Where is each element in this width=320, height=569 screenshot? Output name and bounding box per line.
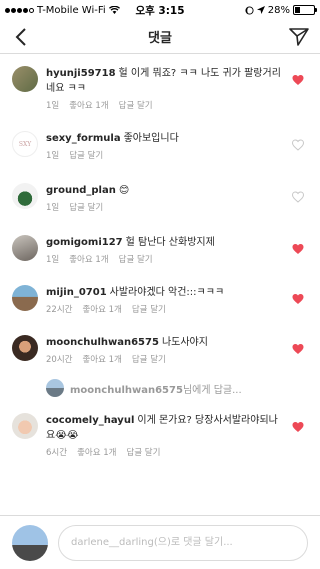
comment-list: hyunji59718 헐 이게 뭐죠? ㅋㅋ 나도 귀가 팔랑거리네요 ㅋㅋ 1…: [0, 54, 320, 515]
comment-item: mijin_0701 사발라야겠다 악건:::ㅋㅋㅋ 22시간 좋아요 1개 답글…: [0, 265, 320, 315]
comment-item: moonchulhwan6575 나도사야지 20시간 좋아요 1개 답글 달기: [0, 315, 320, 365]
comment-text: 좋아보입니다: [123, 133, 179, 144]
comment-item: gomigomi127 헐 탐난다 산화방지제 1일 좋아요 1개 답글 달기: [0, 213, 320, 265]
avatar[interactable]: [12, 66, 38, 92]
comment-likes[interactable]: 좋아요 1개: [82, 303, 121, 315]
chevron-left-icon: [15, 27, 26, 46]
location-arrow-icon: [256, 6, 265, 14]
avatar[interactable]: [12, 285, 38, 311]
avatar[interactable]: [12, 235, 38, 261]
comment-time: 22시간: [46, 305, 73, 315]
heart-icon[interactable]: [292, 343, 304, 355]
reply-button[interactable]: 답글 달기: [69, 201, 103, 213]
page-title: 댓글: [148, 31, 172, 46]
comment-text: 헐 탐난다 산화방지제: [125, 237, 215, 248]
battery-percent: 28%: [267, 4, 290, 16]
comment-time: 1일: [46, 101, 60, 111]
comment-item: cocomely_hayul 이게 몬가요? 당장사서발라야되나요😭😭 6시간 좋…: [0, 397, 320, 458]
share-button[interactable]: [286, 24, 312, 50]
battery-icon: [293, 5, 317, 15]
comment-username[interactable]: sexy_formula: [46, 133, 121, 144]
heart-icon[interactable]: [292, 74, 304, 86]
comment-likes[interactable]: 좋아요 1개: [77, 446, 116, 458]
avatar[interactable]: [12, 335, 38, 361]
comment-item: ground_plan 😊 1일 답글 달기: [0, 161, 320, 213]
comment-time: 20시간: [46, 355, 73, 365]
comment-likes[interactable]: 좋아요 1개: [69, 253, 108, 265]
avatar[interactable]: SXY: [12, 131, 38, 157]
comment-composer: [0, 515, 320, 569]
status-bar: T-Mobile Wi-Fi 오후 3:15 28%: [0, 0, 320, 20]
status-right: 28%: [245, 4, 317, 16]
comment-text: 😊: [118, 185, 130, 196]
comment-input[interactable]: [58, 524, 308, 561]
comment-username[interactable]: mijin_0701: [46, 287, 107, 298]
comment-time: 1일: [46, 255, 60, 265]
reply-prompt[interactable]: moonchulhwan6575님에게 답글...: [70, 381, 242, 396]
header: 댓글: [0, 20, 320, 54]
heart-icon[interactable]: [292, 421, 304, 433]
back-button[interactable]: [8, 24, 34, 50]
brand-logo-icon: SXY: [18, 140, 32, 148]
battery-fill: [295, 7, 301, 13]
heart-outline-icon[interactable]: [292, 191, 304, 203]
comment-time: 1일: [46, 151, 60, 161]
comment-text: 나도사야지: [161, 337, 208, 348]
signal-icon: [5, 7, 34, 13]
reply-button[interactable]: 답글 달기: [119, 253, 153, 265]
paper-plane-icon: [289, 27, 309, 46]
comment-username[interactable]: cocomely_hayul: [46, 415, 134, 426]
comment-text: 사발라야겠다 악건:::ㅋㅋㅋ: [109, 287, 225, 298]
reply-button[interactable]: 답글 달기: [119, 99, 153, 111]
avatar[interactable]: [12, 183, 38, 209]
reply-prompt-username: moonchulhwan6575: [70, 384, 183, 396]
reply-button[interactable]: 답글 달기: [126, 446, 160, 458]
comment-username[interactable]: gomigomi127: [46, 237, 123, 248]
avatar: [12, 524, 48, 561]
reply-button[interactable]: 답글 달기: [69, 149, 103, 161]
moon-lock-icon: [245, 5, 254, 15]
avatar[interactable]: [12, 413, 38, 439]
status-left: T-Mobile Wi-Fi: [5, 5, 120, 16]
comment-username[interactable]: hyunji59718: [46, 68, 116, 79]
heart-icon[interactable]: [292, 293, 304, 305]
comment-username[interactable]: ground_plan: [46, 185, 116, 196]
carrier-label: T-Mobile Wi-Fi: [37, 4, 106, 16]
comment-item: SXY sexy_formula 좋아보입니다 1일 답글 달기: [0, 111, 320, 161]
comment-likes[interactable]: 좋아요 1개: [69, 99, 108, 111]
comment-time: 6시간: [46, 448, 68, 458]
reply-button[interactable]: 답글 달기: [132, 353, 166, 365]
heart-outline-icon[interactable]: [292, 139, 304, 151]
reply-avatar: [46, 379, 64, 397]
reply-button[interactable]: 답글 달기: [132, 303, 166, 315]
reply-prompt-suffix: 님에게 답글...: [182, 384, 242, 396]
reply-prompt-row[interactable]: moonchulhwan6575님에게 답글...: [0, 365, 320, 397]
comment-time: 1일: [46, 203, 60, 213]
comment-username[interactable]: moonchulhwan6575: [46, 337, 159, 348]
heart-icon[interactable]: [292, 243, 304, 255]
comment-likes[interactable]: 좋아요 1개: [82, 353, 121, 365]
comment-item: hyunji59718 헐 이게 뭐죠? ㅋㅋ 나도 귀가 팔랑거리네요 ㅋㅋ 1…: [0, 54, 320, 111]
wifi-icon: [108, 6, 120, 14]
